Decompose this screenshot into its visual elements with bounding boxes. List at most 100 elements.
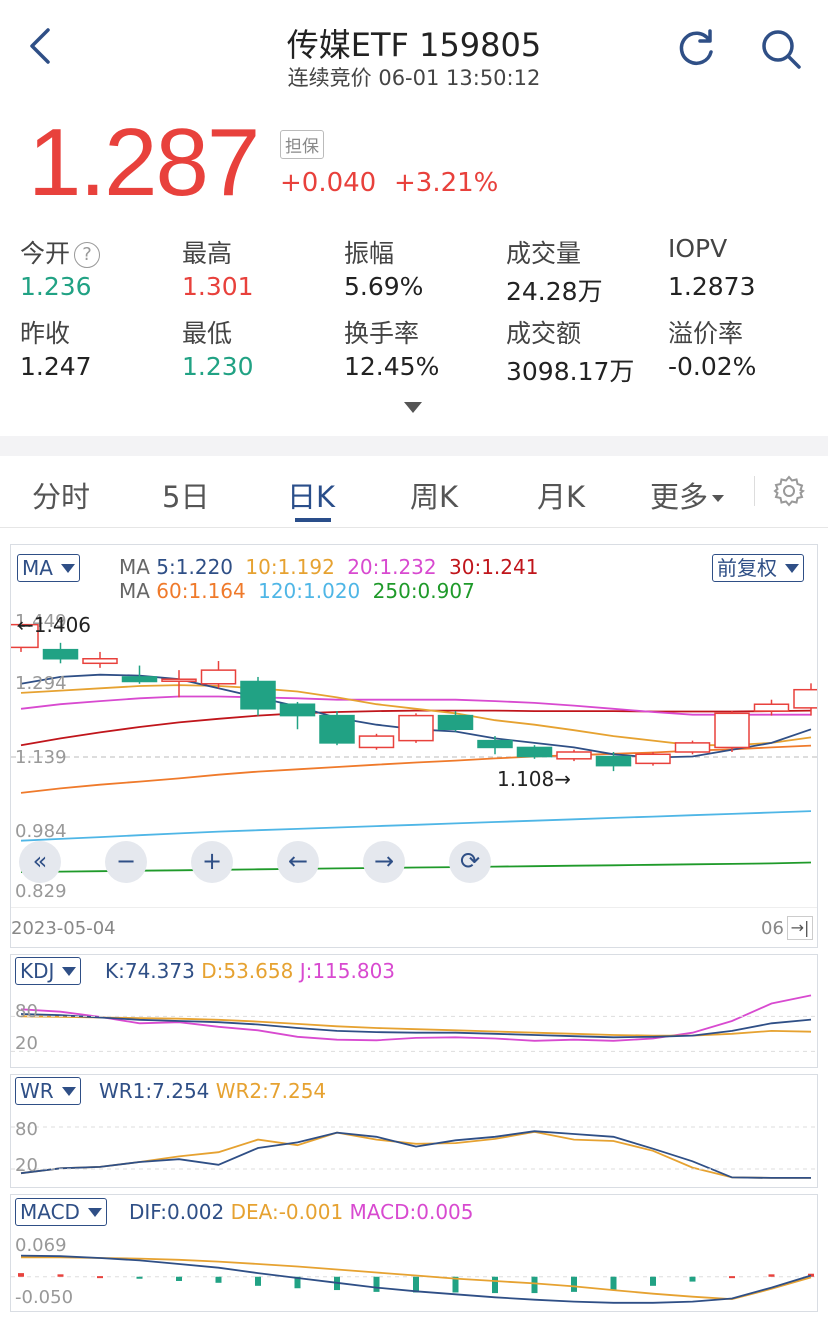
tab-monthly-k[interactable]: 月K: [537, 474, 585, 516]
stat-value: 1.236: [20, 272, 92, 301]
tab-intraday[interactable]: 分时: [32, 474, 90, 516]
right-arrow-icon[interactable]: →: [363, 841, 405, 883]
stat-label: 昨收: [20, 319, 71, 348]
stat-value: 5.69%: [344, 272, 424, 301]
y-tick: 80: [15, 1119, 38, 1140]
jump-latest-icon[interactable]: →|: [787, 916, 813, 940]
price-change-percent: +3.21%: [394, 168, 499, 198]
candle-body: [319, 714, 355, 744]
chevron-down-icon: [61, 1087, 76, 1096]
chevron-down-icon: [785, 564, 799, 573]
candle-body: [437, 714, 474, 731]
candle-body: [121, 676, 158, 683]
wr-panel: WR WR1:7.254 WR2:7.254 80 20: [10, 1074, 818, 1188]
candle-body: [753, 703, 790, 712]
rotate-icon[interactable]: ⟳: [449, 841, 491, 883]
candle-body: [595, 755, 632, 767]
kdj-legend: K:74.373 D:53.658 J:115.803: [105, 959, 395, 983]
date-axis: 2023-05-04 06 →|: [11, 907, 817, 947]
y-tick: 1.139: [15, 747, 67, 768]
macd-chart: [11, 1254, 817, 1304]
macd-dea-label: DEA:-0.001: [230, 1200, 344, 1224]
stat-value: 1.230: [182, 352, 254, 381]
chevron-down-icon: [87, 1208, 102, 1217]
stat-low: 最低 1.230: [182, 314, 254, 381]
macd-bar: [373, 1276, 380, 1292]
main-indicator-select[interactable]: MA: [17, 554, 80, 582]
last-price: 1.287: [28, 109, 260, 216]
stat-volume: 成交量 24.28万: [506, 234, 603, 308]
y-tick: 1.294: [15, 673, 67, 694]
tab-daily-k[interactable]: 日K: [287, 474, 335, 516]
date-end: 06: [761, 918, 784, 939]
stat-label: IOPV: [668, 234, 728, 263]
wr-indicator-select[interactable]: WR: [15, 1077, 81, 1105]
candle-body: [477, 739, 513, 749]
stat-label: 换手率: [344, 319, 420, 348]
stat-label: 今开: [20, 239, 71, 268]
ma10-label: 10:1.192: [245, 555, 335, 579]
ma60-label: 60:1.164: [156, 579, 246, 603]
wr2-label: WR2:7.254: [215, 1079, 327, 1103]
tab-active-underline: [295, 518, 331, 522]
margin-badge: 担保: [280, 130, 324, 159]
macd-bar: [57, 1274, 64, 1277]
macd-bar: [97, 1276, 103, 1279]
kdj-panel: KDJ K:74.373 D:53.658 J:115.803 80 20: [10, 954, 818, 1068]
price-change: +0.040: [280, 168, 377, 198]
adjust-select[interactable]: 前复权: [712, 554, 804, 582]
search-icon[interactable]: [758, 26, 804, 72]
stat-value: 3098.17万: [506, 357, 635, 386]
candle-body: [398, 714, 434, 742]
stat-high: 最高 1.301: [182, 234, 254, 301]
app-header: 传媒ETF 159805 连续竞价 06-01 13:50:12: [0, 0, 828, 100]
tab-5day[interactable]: 5日: [162, 474, 209, 516]
macd-panel: MACD DIF:0.002 DEA:-0.001 MACD:0.005 0.0…: [10, 1194, 818, 1312]
gear-icon[interactable]: [772, 474, 806, 508]
high-marker: ←1.406: [17, 613, 92, 637]
help-icon[interactable]: ?: [74, 242, 101, 268]
candle-body: [674, 742, 711, 753]
wr1-line: [20, 1130, 811, 1179]
candle-body: [516, 746, 553, 758]
stat-turnover: 成交额 3098.17万: [506, 314, 634, 388]
macd-bar: [768, 1274, 775, 1277]
zoom-in-icon[interactable]: +: [191, 841, 233, 883]
candle-body: [793, 688, 817, 709]
zoom-out-icon[interactable]: −: [105, 841, 147, 883]
expand-arrow-icon[interactable]: [404, 402, 422, 413]
chevron-down-icon: [62, 967, 77, 976]
stat-value: 1.301: [182, 272, 254, 301]
macd-value-label: MACD:0.005: [349, 1200, 474, 1224]
wr-legend: WR1:7.254 WR2:7.254: [99, 1079, 326, 1103]
ma20-label: 20:1.232: [347, 555, 437, 579]
stat-label: 振幅: [344, 239, 395, 268]
wr-chart: [11, 1126, 817, 1179]
stat-value: 24.28万: [506, 277, 603, 306]
refresh-icon[interactable]: [674, 26, 718, 70]
stat-value: 12.45%: [344, 352, 440, 381]
stat-label: 最低: [182, 319, 233, 348]
candle-body: [279, 703, 316, 717]
tab-more[interactable]: 更多: [650, 474, 725, 516]
stat-amplitude: 振幅 5.69%: [344, 234, 423, 301]
left-arrow-icon[interactable]: ←: [277, 841, 319, 883]
wr2-line: [20, 1130, 811, 1179]
y-tick: 20: [15, 1033, 38, 1054]
y-tick: 0.069: [15, 1235, 67, 1256]
section-divider: [0, 436, 828, 456]
macd-bar: [18, 1273, 24, 1277]
stat-label: 成交量: [506, 239, 582, 268]
kdj-indicator-select[interactable]: KDJ: [15, 957, 82, 985]
fast-back-icon[interactable]: «: [19, 841, 61, 883]
ma250-label: 250:0.907: [372, 579, 475, 603]
ma-legend-row1: MA 5:1.220 10:1.192 20:1.232 30:1.241: [119, 555, 538, 579]
tab-weekly-k[interactable]: 周K: [410, 474, 458, 516]
macd-indicator-select[interactable]: MACD: [15, 1198, 107, 1226]
macd-bar: [176, 1276, 182, 1281]
y-tick: 0.829: [15, 881, 67, 902]
candle-body: [635, 753, 671, 765]
stat-open: 今开? 1.236: [20, 234, 101, 301]
candle-body: [161, 678, 197, 682]
macd-bar: [610, 1276, 617, 1290]
